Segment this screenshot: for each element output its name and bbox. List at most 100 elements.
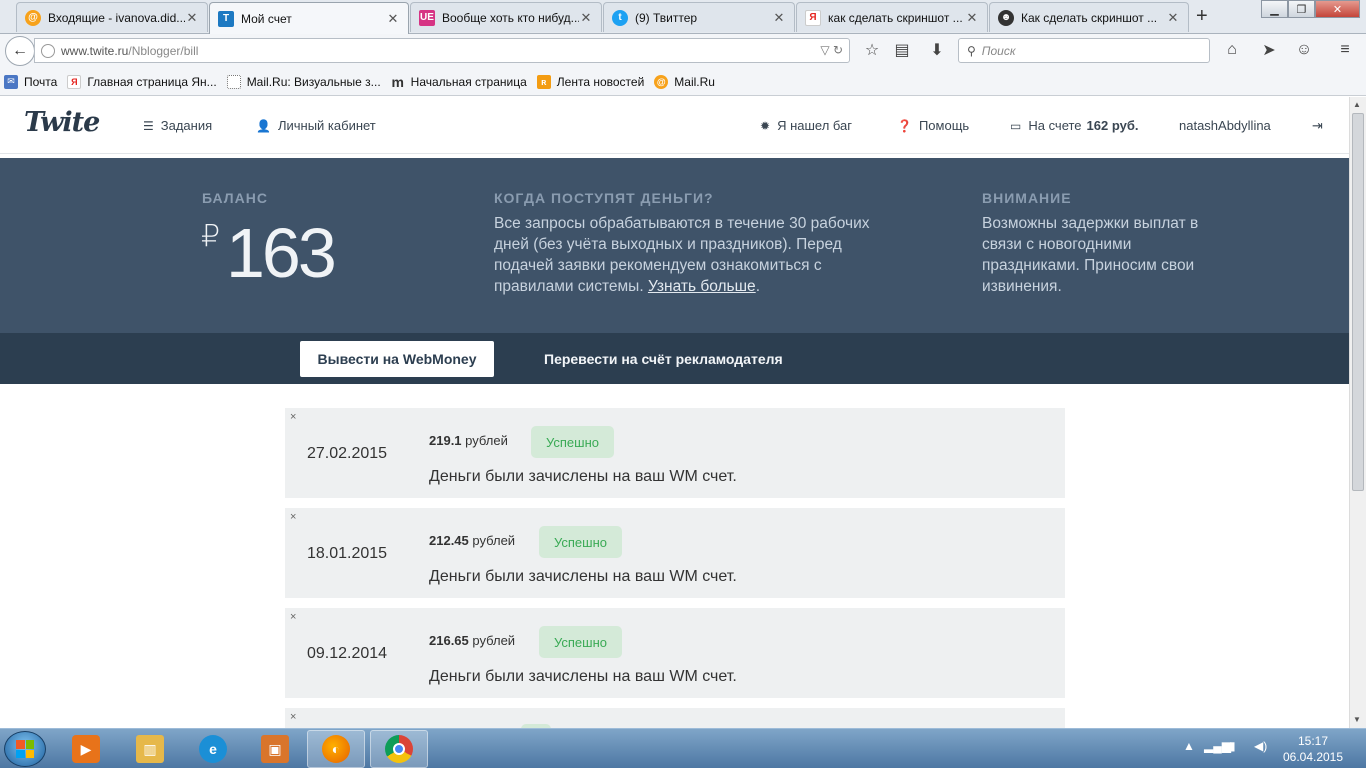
taskbar-chrome[interactable] xyxy=(370,730,428,768)
page-viewport: Twite ☰ Задания 👤 Личный кабинет ✹ Я наш… xyxy=(0,97,1349,728)
taskbar-file-explorer[interactable]: ▥ xyxy=(121,730,179,768)
close-icon[interactable]: × xyxy=(290,711,296,723)
nav-balance-value: 162 руб. xyxy=(1086,118,1139,133)
bookmark-yandex[interactable]: Я Главная страница Ян... xyxy=(67,74,217,89)
close-tab-icon[interactable]: ✕ xyxy=(386,11,400,27)
taskbar-installer[interactable]: ▣ xyxy=(246,730,304,768)
file-explorer-icon: ▥ xyxy=(136,735,164,763)
new-tab-button[interactable]: + xyxy=(1196,5,1208,28)
nav-tasks-label: Задания xyxy=(160,118,213,133)
close-icon[interactable]: × xyxy=(290,511,296,523)
send-icon[interactable]: ➤ xyxy=(1258,39,1280,61)
mail-icon: ✉ xyxy=(4,74,18,89)
reading-list-icon[interactable]: ▤ xyxy=(891,39,913,61)
list-icon: ☰ xyxy=(143,118,154,133)
bookmark-start-page[interactable]: m Начальная страница xyxy=(391,74,526,90)
balance-block: БАЛАНС xyxy=(202,190,268,213)
ue-icon: UE xyxy=(419,9,435,26)
transfer-to-advertiser-button[interactable]: Перевести на счёт рекламодателя xyxy=(544,341,783,377)
scroll-thumb[interactable] xyxy=(1352,113,1364,491)
close-icon[interactable]: × xyxy=(290,411,296,423)
maximize-button[interactable]: ❐ xyxy=(1288,0,1315,18)
browser-tab-screenshot-1[interactable]: Я как сделать скриншот ... ✕ xyxy=(796,2,988,32)
browser-tab-inbox[interactable]: @ Входящие - ivanova.did... ✕ xyxy=(16,2,208,32)
twite-logo[interactable]: Twite xyxy=(24,107,100,138)
globe-icon xyxy=(41,43,55,58)
bookmark-label: Mail.Ru: Визуальные з... xyxy=(246,74,381,89)
search-input[interactable]: ⚲ Поиск xyxy=(958,38,1210,63)
nav-help[interactable]: ❓ Помощь xyxy=(897,118,969,133)
nav-tasks[interactable]: ☰ Задания xyxy=(143,118,212,133)
volume-icon[interactable]: ◀) xyxy=(1254,739,1267,753)
browser-tab-screenshot-2[interactable]: ☻ Как сделать скриншот ... ✕ xyxy=(989,2,1189,32)
close-tab-icon[interactable]: ✕ xyxy=(772,10,786,26)
payout-heading: КОГДА ПОСТУПЯТ ДЕНЬГИ? xyxy=(494,190,714,206)
site-header: Twite ☰ Задания 👤 Личный кабинет ✹ Я наш… xyxy=(0,97,1349,154)
home-icon[interactable]: ⌂ xyxy=(1221,39,1243,61)
network-signal-icon[interactable]: ▂▄▆ xyxy=(1204,739,1231,753)
download-icon[interactable]: ⬇ xyxy=(926,39,948,61)
start-button[interactable] xyxy=(4,731,46,767)
bookmark-mailru[interactable]: @ Mail.Ru xyxy=(654,74,715,89)
taskbar-media-player[interactable]: ▶ xyxy=(57,730,115,768)
scroll-up-arrow-icon[interactable]: ▲ xyxy=(1353,100,1361,109)
nav-cabinet[interactable]: 👤 Личный кабинет xyxy=(256,118,376,133)
nav-balance[interactable]: ▭ На счете 162 руб. xyxy=(1010,118,1139,133)
nav-username[interactable]: natashAbdyllina xyxy=(1179,118,1271,133)
minimize-button[interactable]: ▁ xyxy=(1261,0,1288,18)
show-hidden-icons-icon[interactable]: ▲ xyxy=(1183,739,1195,753)
internet-explorer-icon: e xyxy=(199,735,227,763)
page-icon xyxy=(226,74,241,89)
close-window-button[interactable]: ✕ xyxy=(1315,0,1360,18)
tab-title: как сделать скриншот ... xyxy=(828,10,963,25)
attention-block: ВНИМАНИЕ Возможны задержки выплат в связ… xyxy=(982,190,1232,297)
chat-icon[interactable]: ☺ xyxy=(1293,39,1315,61)
close-tab-icon[interactable]: ✕ xyxy=(185,10,199,26)
search-placeholder: Поиск xyxy=(981,43,1016,58)
payout-text: Все запросы обрабатываются в течение 30 … xyxy=(494,213,904,297)
browser-tab-question[interactable]: UE Вообще хоть кто нибуд... ✕ xyxy=(410,2,602,32)
system-clock[interactable]: 15:17 06.04.2015 xyxy=(1282,733,1344,765)
learn-more-link[interactable]: Узнать больше xyxy=(648,278,756,295)
page-scrollbar[interactable]: ▲ ▼ xyxy=(1349,97,1366,728)
search-icon: ⚲ xyxy=(967,43,976,58)
credit-card-icon: ▭ xyxy=(1010,118,1022,133)
close-tab-icon[interactable]: ✕ xyxy=(579,10,593,26)
yandex-icon: Я xyxy=(805,9,821,26)
bookmark-star-icon[interactable]: ☆ xyxy=(861,39,883,61)
power-icon[interactable]: ▮ xyxy=(1229,739,1236,753)
record-amount-value: 212.45 xyxy=(429,533,469,548)
back-button[interactable]: ← xyxy=(5,36,35,66)
close-icon[interactable]: × xyxy=(290,611,296,623)
windows-logo-icon xyxy=(16,740,34,758)
close-tab-icon[interactable]: ✕ xyxy=(965,10,979,26)
withdraw-webmoney-button[interactable]: Вывести на WebMoney xyxy=(300,341,494,377)
record-date: 09.12.2014 xyxy=(307,645,388,662)
bookmark-mailru-visual[interactable]: Mail.Ru: Визуальные з... xyxy=(226,74,381,89)
browser-tab-twitter[interactable]: t (9) Твиттер ✕ xyxy=(603,2,795,32)
bookmark-news-feed[interactable]: ʀ Лента новостей xyxy=(536,74,644,89)
ruble-icon: ₽ xyxy=(201,220,221,253)
address-bar[interactable]: www.twite.ru/Nblogger/bill ▽ ↻ xyxy=(34,38,850,63)
payout-actions-bar: Вывести на WebMoney Перевести на счёт ре… xyxy=(0,333,1349,384)
bug-icon: ✹ xyxy=(760,118,771,133)
scroll-down-arrow-icon[interactable]: ▼ xyxy=(1353,715,1361,724)
record-amount-value: 219.1 xyxy=(429,433,462,448)
taskbar-firefox[interactable]: ◐ xyxy=(307,730,365,768)
taskbar-internet-explorer[interactable]: e xyxy=(184,730,242,768)
mailru-icon: @ xyxy=(25,9,41,26)
menu-icon[interactable]: ≡ xyxy=(1334,39,1356,61)
nav-report-bug[interactable]: ✹ Я нашел баг xyxy=(760,118,852,133)
reload-icon[interactable]: ▽ ↻ xyxy=(820,43,843,57)
bookmark-mail[interactable]: ✉ Почта xyxy=(4,74,57,89)
browser-tab-my-account[interactable]: T Мой счет ✕ xyxy=(209,2,409,34)
balance-hero: БАЛАНС ₽ 163 КОГДА ПОСТУПЯТ ДЕНЬГИ? Все … xyxy=(0,158,1349,333)
logout-icon[interactable]: ⇥ xyxy=(1312,118,1323,134)
bookmark-label: Mail.Ru xyxy=(674,74,715,89)
windows-taskbar: ▶ ▥ e ▣ ◐ ▲ ▂▄▆ ▮ ◀) 15:17 06.04.2015 xyxy=(0,728,1366,768)
record-amount: 219.1 рублей xyxy=(429,433,508,448)
record-message: Деньги были зачислены на ваш WM счет. xyxy=(429,668,737,685)
nav-help-label: Помощь xyxy=(918,118,970,133)
close-tab-icon[interactable]: ✕ xyxy=(1166,10,1180,26)
record-amount: 212.45 рублей xyxy=(429,533,515,548)
